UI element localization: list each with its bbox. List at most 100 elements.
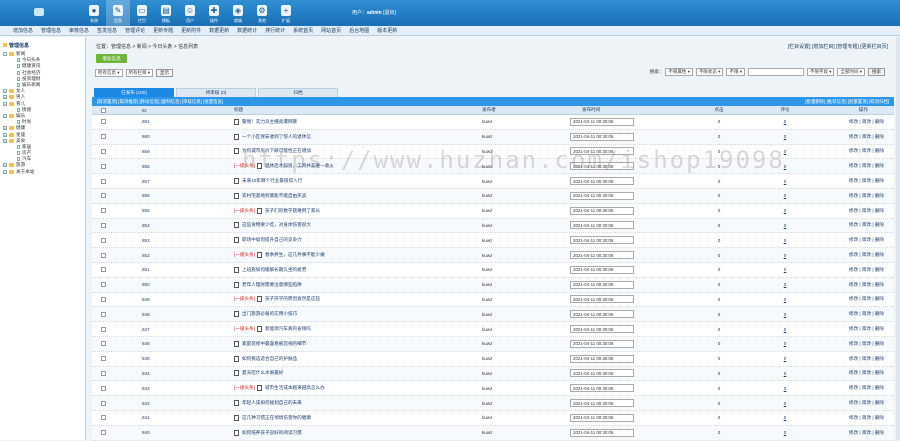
- row-comments-link[interactable]: 0: [750, 430, 820, 435]
- publish-time-field[interactable]: 2021-04-11 00:30:06: [570, 206, 634, 215]
- edit-link[interactable]: 修改: [849, 252, 858, 257]
- tab-2[interactable]: 归档: [258, 88, 338, 97]
- row-comments-link[interactable]: 0: [750, 164, 820, 169]
- edit-link[interactable]: 修改: [849, 415, 858, 420]
- delete-link[interactable]: 删除: [875, 400, 884, 405]
- delete-link[interactable]: 删除: [875, 163, 884, 168]
- publish-time-field[interactable]: 2021-04-11 00:30:06: [570, 162, 634, 171]
- row-comments-link[interactable]: 0: [750, 401, 820, 406]
- publish-time-field[interactable]: 2021-04-11 00:30:06: [570, 428, 634, 437]
- expand-icon[interactable]: +: [3, 101, 7, 106]
- delete-link[interactable]: 删除: [875, 208, 884, 213]
- expand-icon[interactable]: +: [3, 163, 7, 168]
- edit-link[interactable]: 修改: [849, 237, 858, 242]
- menubar-item-11[interactable]: 网站首页: [321, 27, 341, 34]
- row-checkbox[interactable]: [100, 430, 106, 436]
- row-comments-link[interactable]: 0: [750, 371, 820, 376]
- row-title-link[interactable]: 家庭装修中最容易被忽视的细节: [242, 341, 306, 347]
- expand-icon[interactable]: +: [3, 169, 7, 174]
- row-title-link[interactable]: 上班族如何缓解长期久坐的疲劳: [242, 267, 306, 273]
- quick-edit-link[interactable]: 简改: [862, 282, 871, 287]
- expand-icon[interactable]: +: [3, 138, 7, 143]
- row-checkbox[interactable]: [100, 252, 106, 258]
- quick-edit-link[interactable]: 简改: [862, 385, 871, 390]
- publish-time-field[interactable]: 2021-04-11 00:30:06: [570, 221, 634, 230]
- misc-select[interactable]: 不限 ▾: [726, 68, 745, 76]
- delete-link[interactable]: 删除: [875, 370, 884, 375]
- row-title-link[interactable]: 新能源汽车真的省钱吗: [265, 326, 311, 332]
- quick-edit-link[interactable]: 简改: [862, 237, 871, 242]
- expand-icon[interactable]: +: [3, 113, 7, 118]
- delete-link[interactable]: 删除: [875, 222, 884, 227]
- row-comments-link[interactable]: 0: [750, 149, 820, 154]
- select-all-checkbox[interactable]: [100, 107, 106, 113]
- menubar-item-1[interactable]: 管理信息: [41, 27, 61, 34]
- row-title-link[interactable]: 这些食物要少吃，对身体伤害很大: [242, 222, 311, 228]
- row-comments-link[interactable]: 0: [750, 282, 820, 287]
- row-checkbox[interactable]: [100, 415, 106, 421]
- delete-link[interactable]: 删除: [875, 341, 884, 346]
- row-comments-link[interactable]: 0: [750, 134, 820, 139]
- row-checkbox[interactable]: [100, 267, 106, 273]
- quick-edit-link[interactable]: 简改: [862, 267, 871, 272]
- right-actions[interactable]: [批量删除] [推荐信息] [批量置顶] [取消归档]: [805, 99, 889, 105]
- edit-link[interactable]: 修改: [849, 208, 858, 213]
- expand-icon[interactable]: +: [3, 126, 7, 131]
- add-info-button[interactable]: 增加信息: [96, 54, 127, 63]
- menubar-item-9[interactable]: 排行统计: [265, 27, 285, 34]
- publish-time-field[interactable]: 2021-04-11 00:30:06: [570, 236, 634, 245]
- publish-time-field[interactable]: 2021-04-11 00:30:06: [570, 384, 634, 393]
- row-comments-link[interactable]: 0: [750, 267, 820, 272]
- row-title-link[interactable]: 农村宅基地到底能不能自由买卖: [242, 193, 306, 199]
- delete-link[interactable]: 删除: [875, 326, 884, 331]
- delete-link[interactable]: 删除: [875, 134, 884, 139]
- row-comments-link[interactable]: 0: [750, 327, 820, 332]
- logout-link[interactable]: [退出]: [383, 10, 396, 16]
- delete-link[interactable]: 删除: [875, 385, 884, 390]
- quick-edit-link[interactable]: 简改: [862, 134, 871, 139]
- quick-edit-link[interactable]: 简改: [862, 370, 871, 375]
- edit-link[interactable]: 修改: [849, 356, 858, 361]
- row-checkbox[interactable]: [100, 134, 106, 140]
- delete-link[interactable]: 删除: [875, 148, 884, 153]
- quick-edit-link[interactable]: 简改: [862, 252, 871, 257]
- menubar-item-13[interactable]: 版本更新: [377, 27, 397, 34]
- row-comments-link[interactable]: 0: [750, 179, 820, 184]
- publish-time-field[interactable]: 2021-04-11 00:30:06: [570, 413, 634, 422]
- row-checkbox[interactable]: [100, 356, 106, 362]
- edit-link[interactable]: 修改: [849, 311, 858, 316]
- quick-edit-link[interactable]: 简改: [862, 430, 871, 435]
- quick-edit-link[interactable]: 简改: [862, 208, 871, 213]
- field-select[interactable]: 不限字段 ▾: [806, 68, 835, 76]
- left-actions[interactable]: [取消置顶] [取消推荐] [移动信息] [复制信息] [审核信息] [批量签发…: [97, 99, 223, 105]
- row-comments-link[interactable]: 0: [750, 415, 820, 420]
- menubar-item-12[interactable]: 后台地图: [349, 27, 369, 34]
- topnav-item-6[interactable]: ◈ 商城: [226, 0, 250, 26]
- delete-link[interactable]: 删除: [875, 267, 884, 272]
- topnav-item-0[interactable]: ● 系统: [82, 0, 106, 26]
- row-checkbox[interactable]: [100, 119, 106, 125]
- row-title-link[interactable]: 出门旅游必备的实用小技巧: [242, 311, 297, 317]
- delete-link[interactable]: 删除: [875, 282, 884, 287]
- tab-0[interactable]: 已发布 (100): [94, 88, 174, 97]
- quick-edit-link[interactable]: 简改: [862, 326, 871, 331]
- column-links[interactable]: [栏目设置] [增加栏目] [管理专题] [更新栏目页]: [788, 43, 888, 50]
- row-title-link[interactable]: 夏天吃什么水果最好: [242, 370, 283, 376]
- menubar-item-8[interactable]: 数据统计: [237, 27, 257, 34]
- quick-edit-link[interactable]: 简改: [862, 163, 871, 168]
- topnav-item-8[interactable]: + 扩展: [274, 0, 298, 26]
- edit-link[interactable]: 修改: [849, 370, 858, 375]
- expand-icon[interactable]: +: [3, 95, 7, 100]
- quick-edit-link[interactable]: 简改: [862, 311, 871, 316]
- publish-time-field[interactable]: 2021-04-11 00:30:06: [570, 147, 634, 156]
- menubar-item-10[interactable]: 系统首页: [293, 27, 313, 34]
- delete-link[interactable]: 删除: [875, 430, 884, 435]
- edit-link[interactable]: 修改: [849, 430, 858, 435]
- row-title-link[interactable]: 孩子厌学的原因竟然是这些: [265, 296, 320, 302]
- search-input[interactable]: [747, 68, 804, 76]
- search-button[interactable]: 搜索: [868, 68, 885, 76]
- row-checkbox[interactable]: [100, 400, 106, 406]
- row-title-link[interactable]: 一个小区保安收到了惊人的退休信: [242, 134, 311, 140]
- tree-item-19[interactable]: + 关于本站: [3, 169, 82, 175]
- publish-time-field[interactable]: 2021-04-11 00:30:06: [570, 132, 634, 141]
